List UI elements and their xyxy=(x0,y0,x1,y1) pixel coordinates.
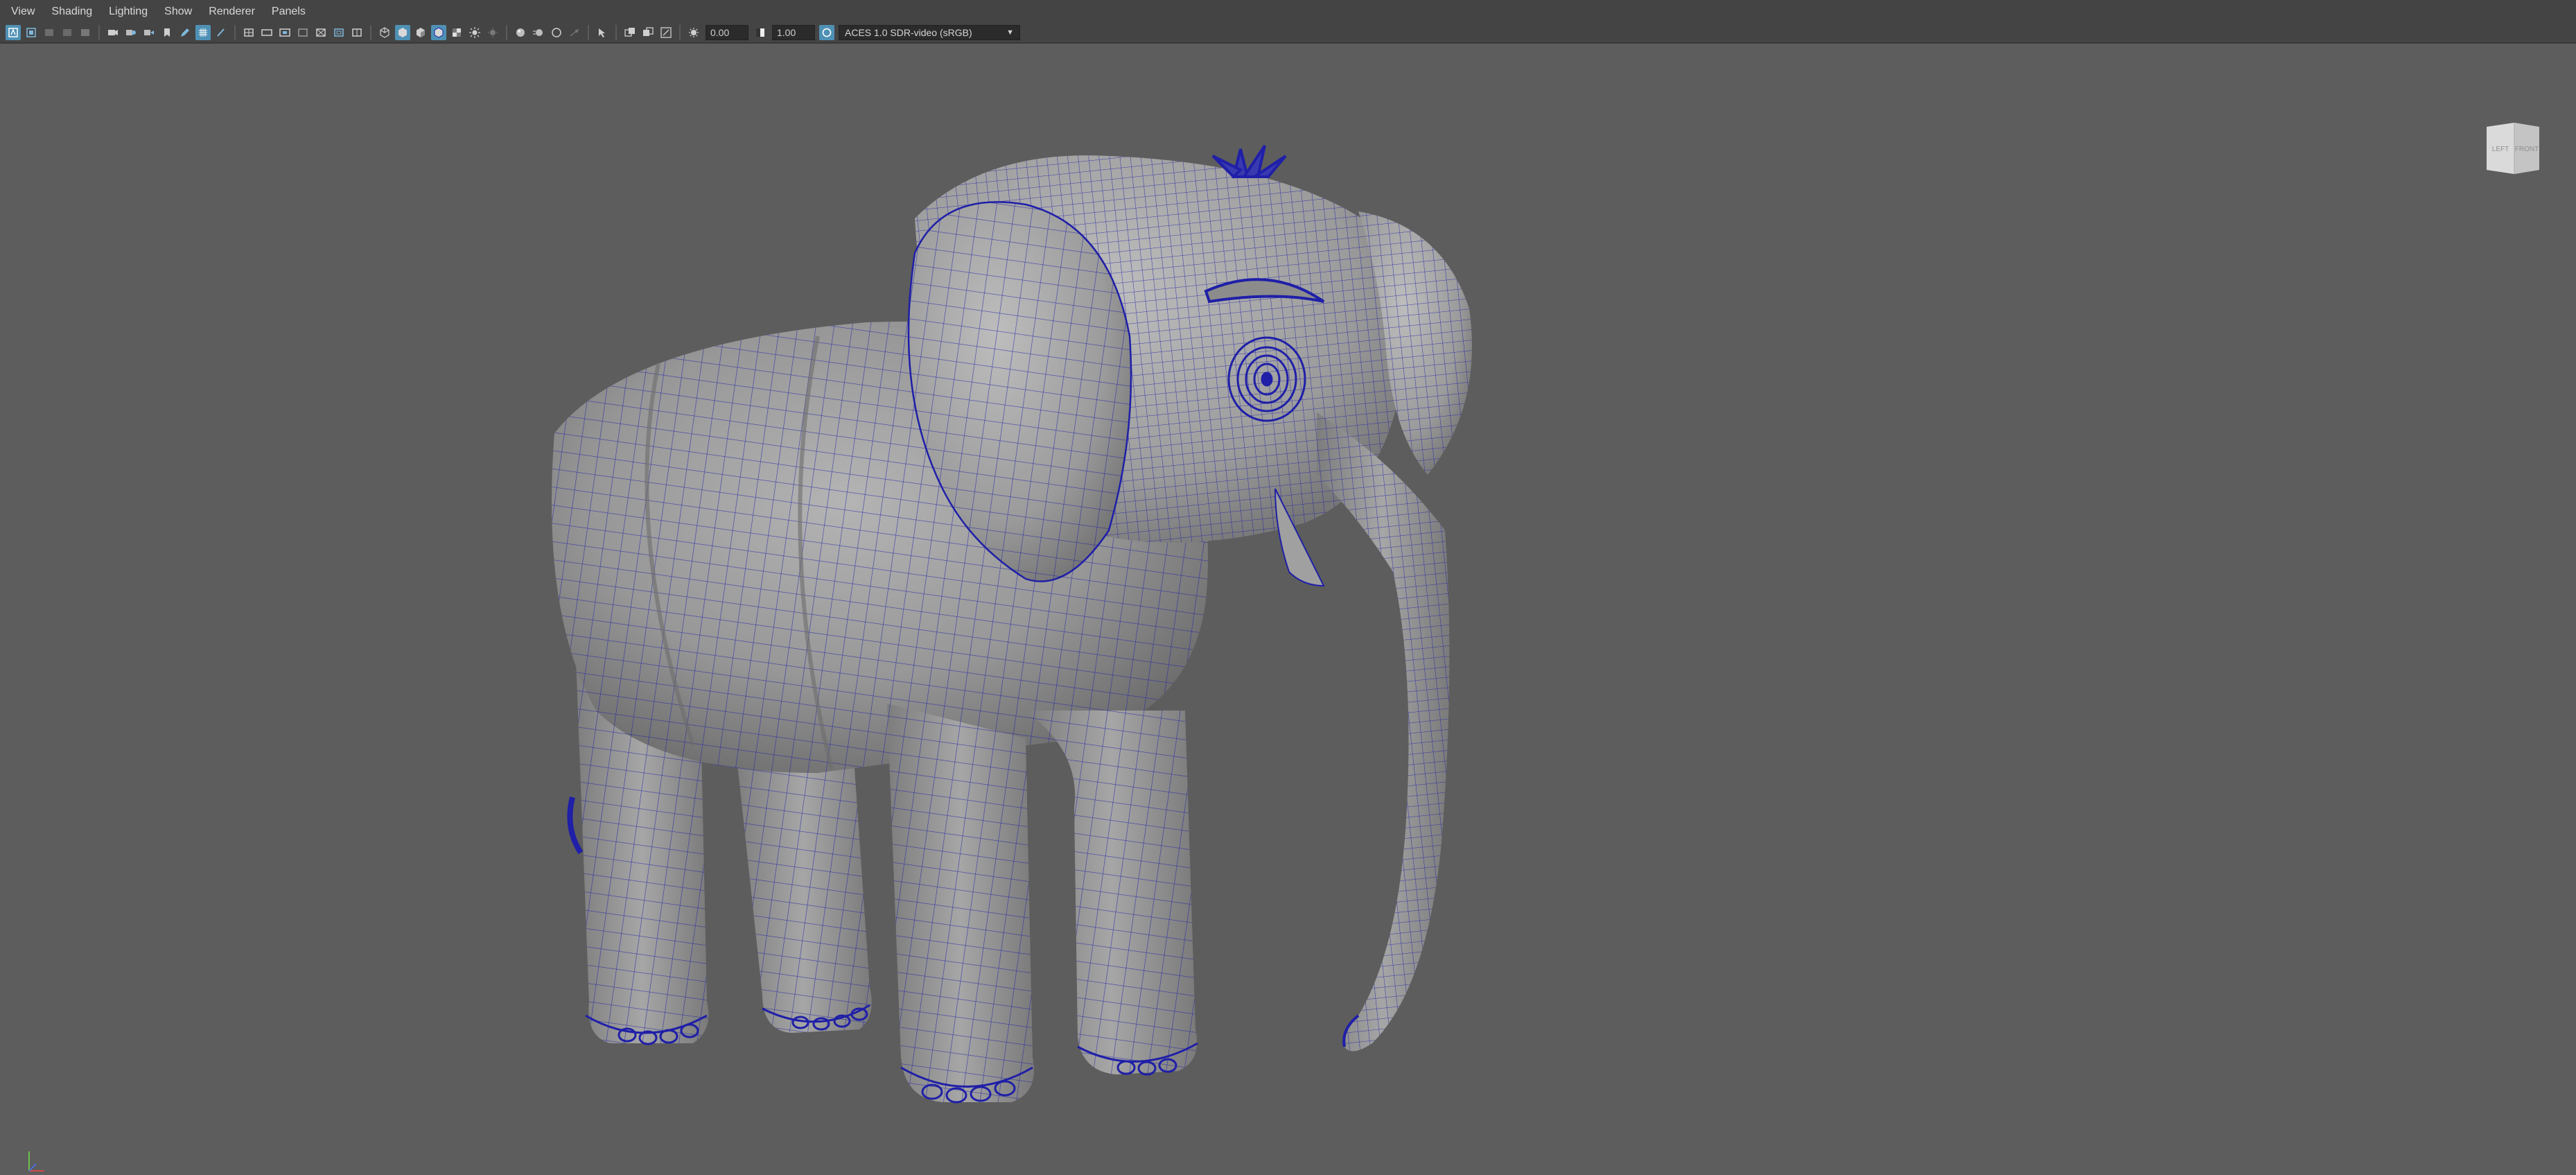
view-transform-select[interactable]: ACES 1.0 SDR-video (sRGB) ▼ xyxy=(839,25,1020,40)
chevron-down-icon: ▼ xyxy=(1006,28,1014,37)
textured-icon[interactable] xyxy=(449,25,464,40)
elephant-scene xyxy=(552,144,1472,1104)
axis-triad-icon xyxy=(28,1151,44,1172)
toolbar-divider xyxy=(234,25,236,40)
xray-joints-icon[interactable] xyxy=(640,25,656,40)
viewcube-front-label: FRONT xyxy=(2515,146,2539,153)
depth-of-field-icon[interactable] xyxy=(567,25,582,40)
use-all-lights-icon[interactable] xyxy=(467,25,482,40)
gamma-icon[interactable] xyxy=(753,25,768,40)
image-plane-icon[interactable] xyxy=(78,25,93,40)
menu-show[interactable]: Show xyxy=(156,0,200,23)
gamma-field[interactable]: 1.00 xyxy=(772,25,815,40)
camera-tumble-icon[interactable] xyxy=(141,25,157,40)
lock-camera-icon[interactable] xyxy=(24,25,39,40)
menu-renderer[interactable]: Renderer xyxy=(200,0,263,23)
exposure-field[interactable]: 0.00 xyxy=(706,25,748,40)
toolbar-divider xyxy=(506,25,507,40)
bookmark-icon[interactable] xyxy=(60,25,75,40)
menu-panels[interactable]: Panels xyxy=(263,0,314,23)
viewcube-left-label: LEFT xyxy=(2492,146,2509,153)
safe-title-icon[interactable] xyxy=(331,25,347,40)
resolution-gate-icon[interactable] xyxy=(259,25,274,40)
menu-view[interactable]: View xyxy=(0,0,43,23)
isolate-select-icon[interactable] xyxy=(595,25,610,40)
bookmark-icon[interactable] xyxy=(159,25,175,40)
grid-icon[interactable] xyxy=(195,25,211,40)
toolbar-divider xyxy=(615,25,617,40)
select-camera-icon[interactable] xyxy=(6,25,21,40)
smooth-shade-icon[interactable] xyxy=(395,25,410,40)
wireframe-icon[interactable] xyxy=(377,25,392,40)
xray-components-icon[interactable] xyxy=(658,25,674,40)
menu-shading[interactable]: Shading xyxy=(43,0,100,23)
panel-toolbar: 0.00 1.00 ACES 1.0 SDR-video (sRGB) ▼ xyxy=(0,23,2576,44)
use-default-material-icon[interactable] xyxy=(413,25,428,40)
front-right-leg xyxy=(1026,711,1198,1076)
view-cube[interactable]: LEFT FRONT xyxy=(2473,121,2542,177)
panel-menu-bar: View Shading Lighting Show Renderer Pane… xyxy=(0,0,2576,23)
screen-space-ao-icon[interactable] xyxy=(513,25,528,40)
camera-attributes-icon[interactable] xyxy=(42,25,57,40)
toolbar-divider xyxy=(98,25,100,40)
camera-icon[interactable] xyxy=(105,25,121,40)
split-view-icon[interactable] xyxy=(349,25,365,40)
safe-action-icon[interactable] xyxy=(313,25,328,40)
motion-blur-icon[interactable] xyxy=(531,25,546,40)
film-gate-icon[interactable] xyxy=(241,25,256,40)
anti-aliasing-icon[interactable] xyxy=(549,25,564,40)
field-chart-icon[interactable] xyxy=(295,25,310,40)
shadows-icon[interactable] xyxy=(485,25,500,40)
exposure-icon[interactable] xyxy=(686,25,701,40)
3d-viewport[interactable]: LEFT FRONT xyxy=(0,45,2576,1172)
view-transform-value: ACES 1.0 SDR-video (sRGB) xyxy=(845,27,972,38)
front-left-leg xyxy=(887,704,1034,1104)
toolbar-divider xyxy=(679,25,681,40)
menu-lighting[interactable]: Lighting xyxy=(100,0,156,23)
xray-icon[interactable] xyxy=(622,25,638,40)
toolbar-divider xyxy=(588,25,589,40)
elephant-trunk xyxy=(1317,412,1450,1052)
color-management-icon[interactable] xyxy=(819,25,834,40)
back-right-leg xyxy=(735,738,872,1033)
gate-mask-icon[interactable] xyxy=(277,25,292,40)
toolbar-divider xyxy=(370,25,371,40)
grease-pencil-icon[interactable] xyxy=(177,25,193,40)
wireframe-on-shaded-icon[interactable] xyxy=(431,25,446,40)
camera-sequencer-icon[interactable] xyxy=(123,25,139,40)
pencil-icon[interactable] xyxy=(213,25,229,40)
